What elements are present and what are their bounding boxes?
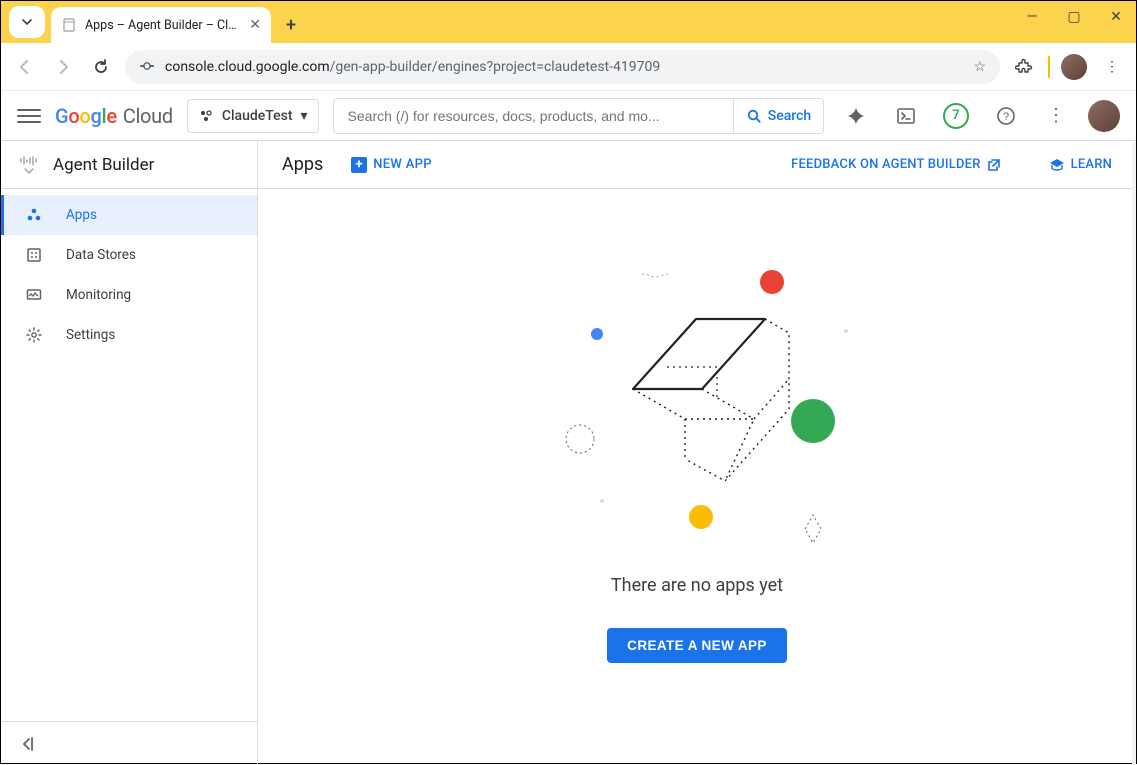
- gear-icon: [26, 327, 44, 343]
- browser-tab-strip: Apps – Agent Builder – Claude ✕ + — ▢ ✕: [1, 1, 1136, 43]
- empty-message: There are no apps yet: [611, 575, 783, 596]
- sidebar-item-monitoring[interactable]: Monitoring: [1, 275, 257, 315]
- gemini-spark-button[interactable]: [838, 98, 874, 134]
- google-cloud-logo[interactable]: Google Cloud: [55, 104, 173, 128]
- browser-profile-avatar[interactable]: [1060, 53, 1088, 81]
- feedback-link[interactable]: FEEDBACK ON AGENT BUILDER: [791, 157, 1000, 172]
- sidebar-item-label: Settings: [66, 327, 115, 343]
- browser-toolbar: console.cloud.google.com/gen-app-builder…: [1, 43, 1136, 91]
- console-search-input[interactable]: [334, 99, 733, 133]
- puzzle-icon: [1015, 58, 1033, 76]
- sidebar-item-settings[interactable]: Settings: [1, 315, 257, 355]
- caret-down-icon: ▾: [301, 108, 308, 124]
- window-close-button[interactable]: ✕: [1102, 9, 1130, 25]
- create-new-app-button[interactable]: CREATE A NEW APP: [607, 628, 787, 663]
- browser-tab-active[interactable]: Apps – Agent Builder – Claude ✕: [51, 7, 271, 43]
- notifications-badge[interactable]: 7: [938, 98, 974, 134]
- svg-text:?: ?: [1003, 111, 1009, 123]
- cloud-shell-button[interactable]: [888, 98, 924, 134]
- bookmark-star-icon[interactable]: ☆: [973, 59, 986, 75]
- graduation-cap-icon: [1049, 157, 1065, 173]
- project-dots-icon: [198, 108, 214, 124]
- help-icon: ?: [996, 106, 1016, 126]
- sidebar-collapse-button[interactable]: [1, 721, 257, 765]
- tab-title: Apps – Agent Builder – Claude: [85, 18, 241, 33]
- empty-state: There are no apps yet CREATE A NEW APP: [258, 189, 1136, 765]
- nav-menu-button[interactable]: [17, 104, 41, 128]
- site-info-icon[interactable]: [139, 60, 155, 74]
- browser-menu-button[interactable]: ⋮: [1098, 53, 1126, 81]
- new-tab-button[interactable]: +: [277, 11, 305, 39]
- plus-icon: +: [351, 157, 367, 173]
- browser-back-button[interactable]: [11, 53, 39, 81]
- window-minimize-button[interactable]: —: [1018, 9, 1046, 25]
- page-title: Apps: [282, 154, 323, 175]
- browser-forward-button[interactable]: [49, 53, 77, 81]
- monitoring-icon: [26, 287, 44, 303]
- main-area: Apps + NEW APP FEEDBACK ON AGENT BUILDER…: [258, 141, 1136, 765]
- reload-icon: [92, 58, 110, 76]
- spark-icon: [846, 106, 866, 126]
- learn-link[interactable]: LEARN: [1049, 157, 1112, 173]
- browser-reload-button[interactable]: [87, 53, 115, 81]
- apps-icon: [26, 207, 44, 223]
- agent-builder-icon: [19, 155, 39, 175]
- scrollbar-track[interactable]: [1132, 141, 1136, 765]
- extensions-button[interactable]: [1010, 53, 1038, 81]
- console-search: Search: [333, 98, 824, 134]
- new-app-button[interactable]: + NEW APP: [351, 157, 432, 173]
- open-in-new-icon: [987, 158, 1001, 172]
- search-icon: [746, 108, 762, 124]
- sidebar-item-label: Data Stores: [66, 247, 136, 263]
- product-header[interactable]: Agent Builder: [1, 141, 257, 189]
- terminal-icon: [896, 106, 916, 126]
- project-picker[interactable]: ClaudeTest ▾: [187, 99, 319, 133]
- sidebar-item-label: Monitoring: [66, 287, 131, 303]
- sidebar: Agent Builder Apps Data Stores Monitorin…: [1, 141, 258, 765]
- product-title: Agent Builder: [53, 155, 154, 175]
- help-button[interactable]: ?: [988, 98, 1024, 134]
- url-bar[interactable]: console.cloud.google.com/gen-app-builder…: [125, 50, 1000, 84]
- sidebar-item-data-stores[interactable]: Data Stores: [1, 235, 257, 275]
- arrow-left-icon: [16, 58, 34, 76]
- profile-separator: [1048, 56, 1050, 78]
- notification-count: 7: [943, 103, 969, 129]
- url-text: console.cloud.google.com/gen-app-builder…: [165, 59, 963, 75]
- project-name: ClaudeTest: [222, 108, 293, 124]
- main-header: Apps + NEW APP FEEDBACK ON AGENT BUILDER…: [258, 141, 1136, 189]
- chevron-down-icon: [21, 16, 33, 28]
- data-stores-icon: [26, 247, 44, 263]
- sidebar-nav: Apps Data Stores Monitoring Settings: [1, 189, 257, 721]
- console-search-button[interactable]: Search: [733, 99, 823, 133]
- arrow-right-icon: [54, 58, 72, 76]
- empty-illustration: [537, 249, 857, 559]
- utilities-menu-button[interactable]: ⋮: [1038, 98, 1074, 134]
- sidebar-item-label: Apps: [66, 207, 97, 223]
- sidebar-item-apps[interactable]: Apps: [1, 195, 257, 235]
- tab-close-icon[interactable]: ✕: [249, 17, 261, 33]
- account-avatar[interactable]: [1088, 100, 1120, 132]
- window-maximize-button[interactable]: ▢: [1060, 9, 1088, 25]
- tab-favicon-icon: [61, 17, 77, 33]
- cloud-console-header: Google Cloud ClaudeTest ▾ Search 7 ? ⋮: [1, 91, 1136, 141]
- collapse-left-icon: [19, 735, 37, 753]
- tab-list-dropdown[interactable]: [9, 6, 45, 38]
- window-controls: — ▢ ✕: [1018, 9, 1130, 25]
